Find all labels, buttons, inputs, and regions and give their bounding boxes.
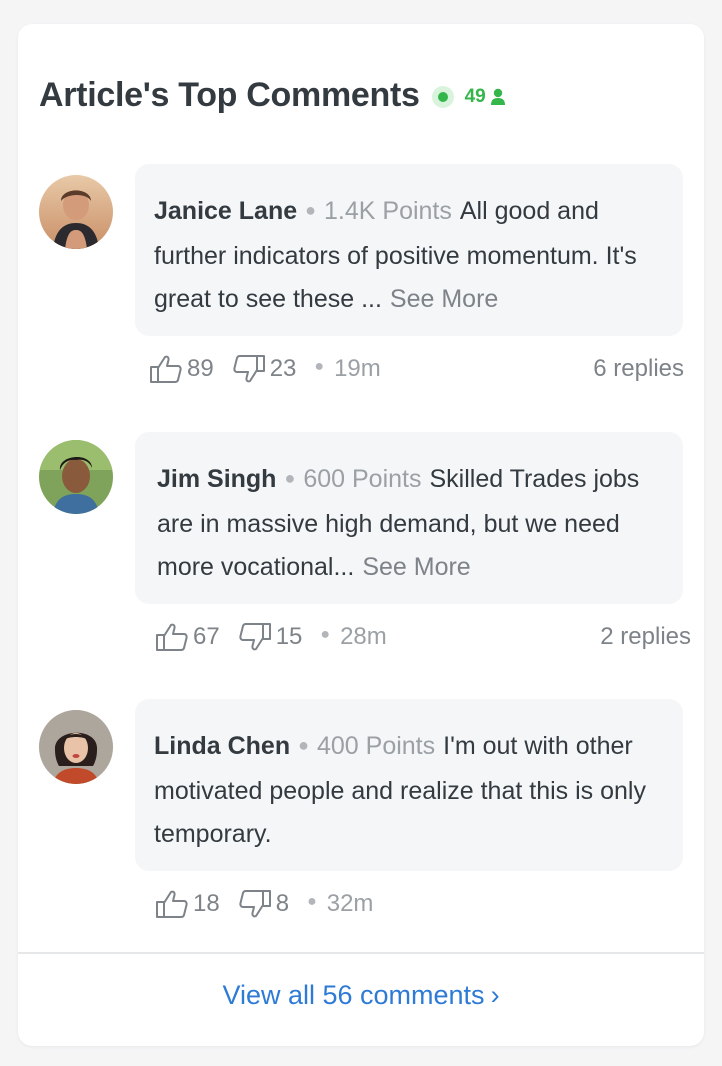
avatar[interactable] [39,175,113,249]
see-more-link[interactable]: See More [362,553,470,581]
author-name[interactable]: Janice Lane [154,197,297,225]
thumbs-down-icon [233,355,265,383]
thumbs-up-icon [156,623,188,651]
avatar[interactable] [39,710,113,784]
replies-link[interactable]: 6 replies [593,355,684,383]
separator-dot: ● [307,893,317,910]
like-button[interactable]: 67 [155,622,220,652]
dislike-button[interactable]: 8 [238,889,289,919]
thumbs-down-icon [239,623,271,651]
footer-divider [18,952,704,954]
comment-bubble: Janice Lane ● 1.4K Points All good and furt… [135,164,683,336]
comment-time: 32m [326,890,374,917]
like-count: 67 [193,623,220,650]
comment-body: Jim Singh ● 600 Points Skilled Trades jobs … [157,458,665,589]
like-count: 18 [193,890,220,917]
author-points: 600 Points [303,465,422,493]
separator-dot: ● [314,358,325,375]
dislike-count: 8 [275,890,290,917]
thumbs-down-icon [239,890,271,918]
separator-dot: ● [298,735,309,755]
author-points: 1.4K Points [324,197,452,225]
replies-link[interactable]: 2 replies [600,623,691,651]
comment-time: 28m [340,623,387,650]
separator-dot: ● [320,626,331,643]
like-button[interactable]: 18 [155,889,220,919]
comment-bubble: Linda Chen ● 400 Points I'm out with other … [135,699,683,871]
user-icon [490,88,506,106]
like-count: 89 [187,355,214,382]
online-count: 49 [464,85,486,107]
author-points: 400 Points [316,732,436,760]
dislike-count: 15 [275,623,303,650]
section-title: Article's Top Comments [39,76,420,114]
comment-actions: 89 23 ● 19m 6 replies [149,354,684,384]
dislike-button[interactable]: 23 [232,354,297,384]
comment-actions: 18 8 ● 32m [155,889,675,919]
thumbs-up-icon [156,890,188,918]
like-button[interactable]: 89 [149,354,214,384]
author-name[interactable]: Linda Chen [154,732,290,760]
comments-header: Article's Top Comments 49 [39,76,506,115]
online-users-indicator: 49 [431,85,506,108]
thumbs-up-icon [150,355,182,383]
comment-body: Janice Lane ● 1.4K Points All good and furt… [154,190,665,321]
view-all-label: View all 56 comments [222,980,485,1010]
comment-bubble: Jim Singh ● 600 Points Skilled Trades jobs … [135,432,683,604]
separator-dot: ● [284,468,296,488]
see-more-link[interactable]: See More [390,285,498,313]
author-name[interactable]: Jim Singh [157,465,276,493]
separator-dot: ● [305,200,317,220]
comment-time: 19m [334,355,381,382]
comment-actions: 67 15 ● 28m 2 replies [155,622,691,652]
status-dot-icon [431,85,454,108]
chevron-right-icon: › [490,980,500,1010]
dislike-count: 23 [269,355,297,382]
comment-body: Linda Chen ● 400 Points I'm out with other … [154,725,665,856]
view-all-comments-link[interactable]: View all 56 comments › [18,980,704,1011]
top-comments-card: Article's Top Comments 49 Janice Lane ● … [18,24,704,1046]
dislike-button[interactable]: 15 [238,622,303,652]
avatar[interactable] [39,440,113,514]
